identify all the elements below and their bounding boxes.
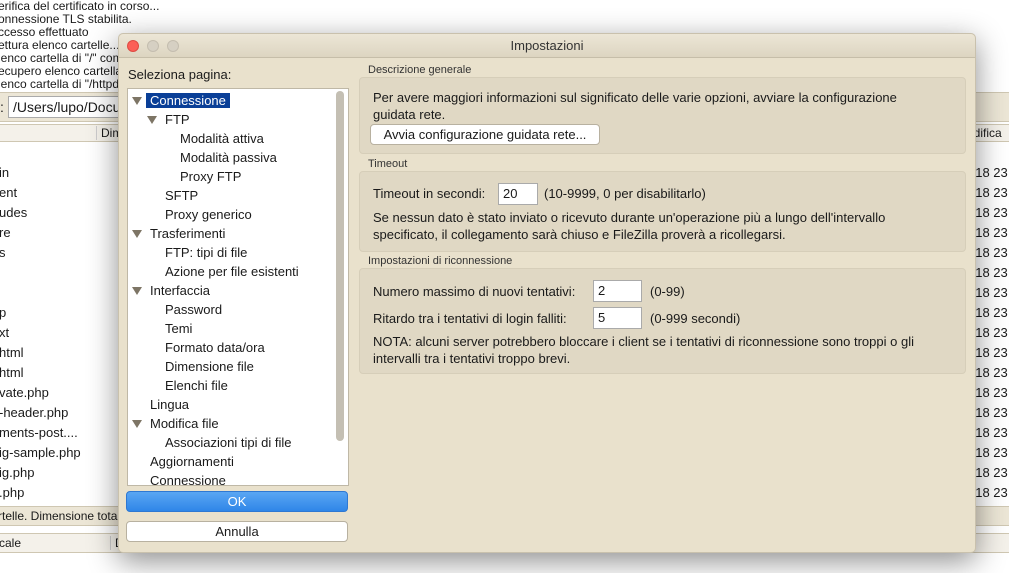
tree-item[interactable]: Interfaccia <box>150 282 210 299</box>
tree-item[interactable]: Temi <box>165 320 192 337</box>
reconnect-note-1: NOTA: alcuni server potrebbero bloccare … <box>373 334 914 349</box>
retries-label: Numero massimo di nuovi tentativi: <box>373 284 576 299</box>
file-row-name[interactable]: s <box>0 245 6 260</box>
disclosure-triangle-icon[interactable] <box>132 230 142 238</box>
timeout-hint: (10-9999, 0 per disabilitarlo) <box>544 186 706 201</box>
tree-item-label: Associazioni tipi di file <box>165 435 292 450</box>
tree-item-label: Dimensione file <box>165 359 254 374</box>
file-row-name[interactable]: udes <box>0 205 27 220</box>
tree-item[interactable]: Aggiornamenti <box>150 453 234 470</box>
tree-item[interactable]: Trasferimenti <box>150 225 225 242</box>
tree-item[interactable]: Connessione <box>150 472 226 486</box>
file-row-name[interactable]: html <box>0 345 24 360</box>
tree-item-label: Azione per file esistenti <box>165 264 299 279</box>
file-row-name[interactable]: xt <box>0 325 9 340</box>
network-wizard-button[interactable]: Avvia configurazione guidata rete... <box>370 124 600 145</box>
log-line: lenco cartella di "/httpd <box>0 77 119 91</box>
retries-input[interactable]: 2 <box>593 280 642 302</box>
reconnect-note-2: intervalli tra i tentativi troppo brevi. <box>373 351 571 366</box>
path-label: : <box>0 99 4 115</box>
delay-hint: (0-999 secondi) <box>650 311 741 326</box>
minimize-icon[interactable] <box>147 40 159 52</box>
file-row-name[interactable]: html <box>0 365 24 380</box>
tree-item[interactable]: SFTP <box>165 187 198 204</box>
retries-hint: (0-99) <box>650 284 685 299</box>
tree-item-label: Modalità passiva <box>180 150 277 165</box>
tree-item-label: Modalità attiva <box>180 131 264 146</box>
bottom-column-1[interactable]: cale <box>0 536 21 550</box>
file-row-name[interactable]: vate.php <box>0 385 49 400</box>
timeout-text-2: specificato, il collegamento sarà chiuso… <box>373 227 786 242</box>
file-row-name[interactable]: ig-sample.php <box>0 445 81 460</box>
close-icon[interactable] <box>127 40 139 52</box>
tree-item[interactable]: Proxy generico <box>165 206 252 223</box>
maximize-icon[interactable] <box>167 40 179 52</box>
tree-item[interactable]: Connessione <box>146 92 230 109</box>
file-row-name[interactable]: ent <box>0 185 17 200</box>
page-tree: Connessione FTP Modalità attiva Modalità pa… <box>127 88 349 486</box>
tree-item-label: Connessione <box>150 473 226 486</box>
tree-item[interactable]: FTP: tipi di file <box>165 244 247 261</box>
tree-item[interactable]: Lingua <box>150 396 189 413</box>
disclosure-triangle-icon[interactable] <box>132 287 142 295</box>
tree-item-label: Interfaccia <box>150 283 210 298</box>
tree-item-label: FTP: tipi di file <box>165 245 248 260</box>
status-text: rtelle. Dimensione tota <box>0 509 118 523</box>
tree-item[interactable]: Associazioni tipi di file <box>165 434 291 451</box>
cancel-button[interactable]: Annulla <box>126 521 348 542</box>
tree-item[interactable]: FTP <box>165 111 190 128</box>
tree-item-label: Temi <box>165 321 193 336</box>
tree-item[interactable]: Azione per file esistenti <box>165 263 299 280</box>
general-text-2: guidata rete. <box>373 107 446 122</box>
tree-item[interactable]: Modalità attiva <box>180 130 264 147</box>
tree-scrollbar[interactable] <box>336 91 344 441</box>
tree-item[interactable]: Password <box>165 301 222 318</box>
tree-item[interactable]: Modifica file <box>150 415 219 432</box>
title-bar: Impostazioni <box>119 34 975 58</box>
tree-item-label: Password <box>165 302 223 317</box>
delay-input[interactable]: 5 <box>593 307 642 329</box>
file-row-name[interactable]: .php <box>0 485 24 500</box>
tree-item-label: Lingua <box>150 397 190 412</box>
tree-item[interactable]: Proxy FTP <box>180 168 241 185</box>
reconnect-group-title: Impostazioni di riconnessione <box>368 255 513 267</box>
disclosure-triangle-icon[interactable] <box>147 116 157 124</box>
general-group-title: Descrizione generale <box>368 64 472 76</box>
file-row-name[interactable]: ments-post.... <box>0 425 78 440</box>
timeout-label: Timeout in secondi: <box>373 186 486 201</box>
file-row-name[interactable]: re <box>0 225 11 240</box>
file-row-name[interactable]: in <box>0 165 9 180</box>
tree-item-label: Connessione <box>146 93 230 108</box>
path-value: /Users/lupo/Docur <box>13 99 126 115</box>
dialog-title: Impostazioni <box>510 38 584 53</box>
select-page-label: Seleziona pagina: <box>128 67 232 82</box>
timeout-group-title: Timeout <box>368 158 408 170</box>
delay-label: Ritardo tra i tentativi di login falliti… <box>373 311 567 326</box>
disclosure-triangle-icon[interactable] <box>132 420 142 428</box>
file-row-name[interactable]: ig.php <box>0 465 34 480</box>
tree-item-label: Trasferimenti <box>150 226 226 241</box>
timeout-input[interactable]: 20 <box>498 183 538 205</box>
settings-dialog: Impostazioni Seleziona pagina: Connessio… <box>118 33 976 553</box>
ok-button[interactable]: OK <box>126 491 348 512</box>
tree-item-label: Elenchi file <box>165 378 228 393</box>
file-row-name[interactable]: -header.php <box>0 405 68 420</box>
tree-item-label: Aggiornamenti <box>150 454 234 469</box>
general-text-1: Per avere maggiori informazioni sul sign… <box>373 90 897 105</box>
tree-item[interactable]: Modalità passiva <box>180 149 277 166</box>
tree-item-label: Proxy FTP <box>180 169 242 184</box>
local-path-input[interactable]: /Users/lupo/Docur <box>8 96 128 118</box>
tree-item[interactable]: Formato data/ora <box>165 339 265 356</box>
tree-item[interactable]: Dimensione file <box>165 358 254 375</box>
tree-item-label: Proxy generico <box>165 207 252 222</box>
timeout-text-1: Se nessun dato è stato inviato o ricevut… <box>373 210 886 225</box>
tree-item-label: SFTP <box>165 188 199 203</box>
tree-item-label: Modifica file <box>150 416 219 431</box>
tree-item-label: FTP <box>165 112 190 127</box>
disclosure-triangle-icon[interactable] <box>132 97 142 105</box>
file-row-name[interactable]: p <box>0 305 6 320</box>
tree-item[interactable]: Elenchi file <box>165 377 228 394</box>
tree-item-label: Formato data/ora <box>165 340 265 355</box>
